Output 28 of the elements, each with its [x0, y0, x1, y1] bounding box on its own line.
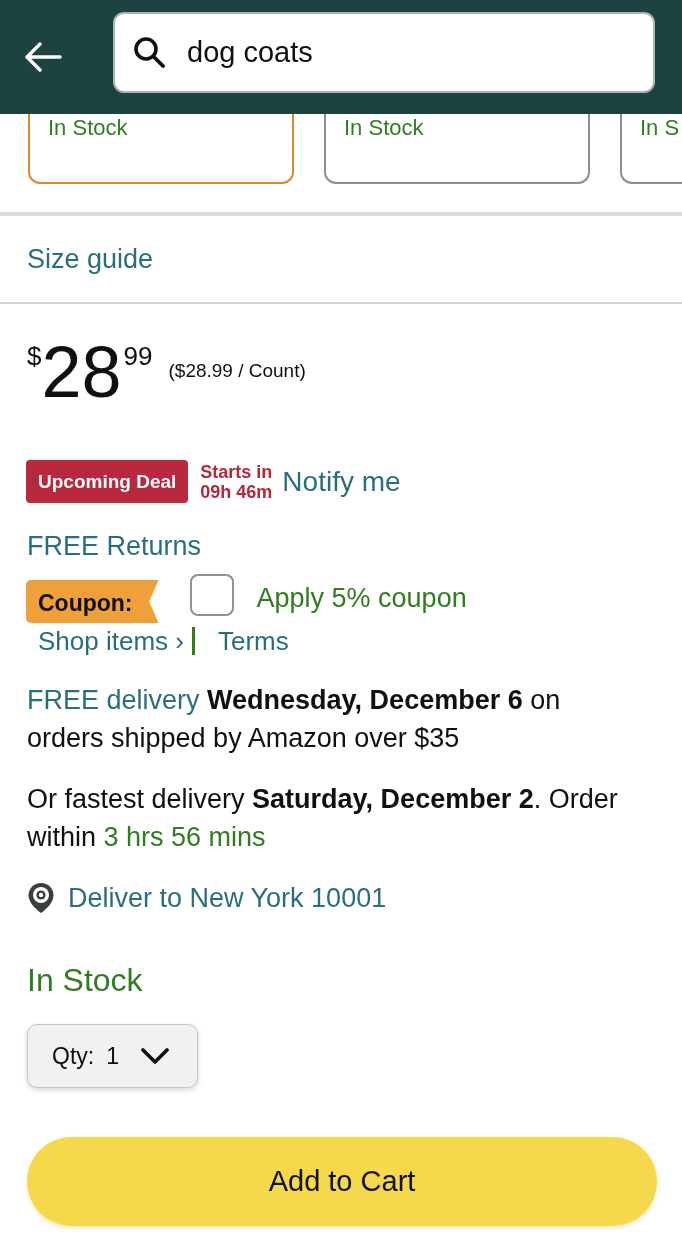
free-returns-link[interactable]: FREE Returns [27, 530, 202, 562]
delivery-text: FREE delivery Wednesday, December 6 on orders shipped by Amazon over $35 [26, 684, 562, 755]
size-guide-link[interactable]: Size guide [27, 243, 154, 275]
apply-coupon-label[interactable]: Apply 5% coupon [256, 583, 467, 614]
variant-card[interactable]: In S [620, 114, 682, 184]
order-countdown: 3 hrs 56 mins [103, 822, 266, 852]
fastest-delivery-text: Or fastest delivery Saturday, December 2. Order within 3 hrs 56 mins [26, 783, 619, 854]
coupon-badge: Coupon: [26, 580, 159, 623]
coupon-link[interactable]: Shop items › [38, 625, 184, 657]
free-delivery-link[interactable]: FREE delivery [27, 685, 200, 715]
quantity-dropdown[interactable]: Qty: 1 [27, 1024, 198, 1088]
notify-me-link[interactable]: Notify me [282, 465, 401, 498]
deal-countdown: 09h 46m [200, 481, 273, 502]
add-to-cart-button[interactable]: Add to Cart [27, 1137, 657, 1226]
deal-badge: Upcoming Deal [26, 460, 189, 503]
variant-card[interactable]: In Stock [28, 114, 294, 184]
unit-price-text: ($28.99 / Count) [168, 359, 306, 383]
deliver-to-link[interactable]: Deliver to New York 10001 [68, 882, 387, 914]
search-field[interactable]: dog coats [113, 11, 655, 93]
stock-status: In Stock [27, 961, 143, 1000]
back-arrow-icon[interactable] [24, 42, 62, 72]
deal-start-label: Starts in [200, 461, 273, 482]
coupon-link[interactable]: Terms [217, 625, 289, 657]
search-icon [133, 36, 165, 68]
coupon-checkbox[interactable] [189, 574, 234, 616]
chevron-down-icon [140, 1048, 169, 1064]
variant-card[interactable]: In Stock [324, 114, 590, 184]
location-pin-icon [27, 882, 55, 914]
